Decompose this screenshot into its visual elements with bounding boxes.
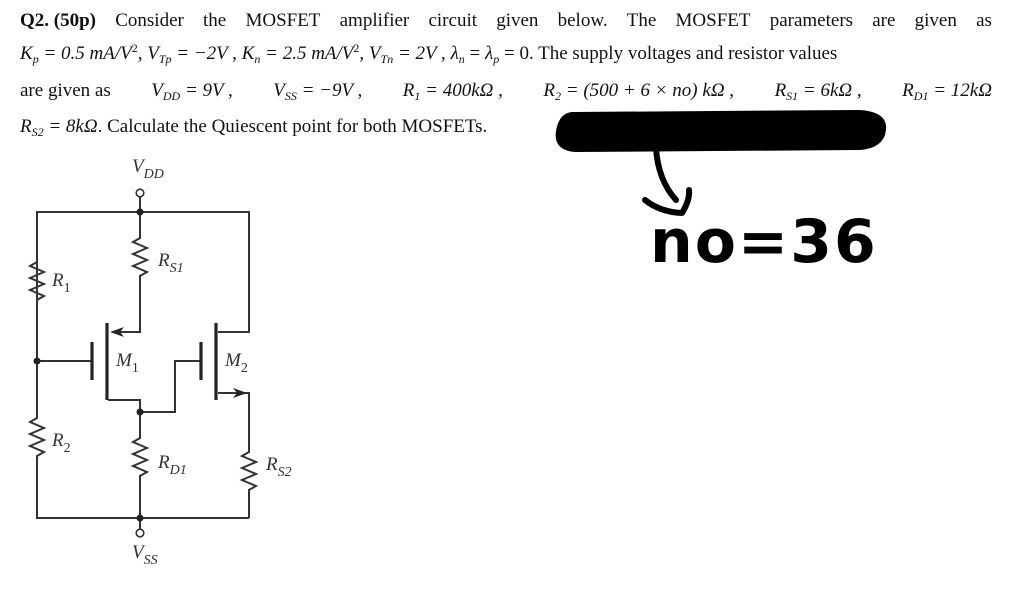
- rs1-value: RS1 = 6kΩ ,: [774, 80, 862, 103]
- vss-terminal-icon: [135, 528, 145, 538]
- vdd-terminal-icon: [135, 188, 145, 198]
- vss-label: VSS: [132, 542, 158, 568]
- redaction-scribble: [555, 110, 887, 152]
- question-line-3-supplies: are given as VDD = 9V , VSS = −9V , R1 =…: [20, 80, 992, 103]
- r1-value: R1 = 400kΩ ,: [402, 80, 503, 103]
- r2-label: R2: [51, 430, 71, 456]
- junction-dot: [33, 357, 41, 365]
- rs1-resistor: [113, 212, 150, 333]
- question-line-4: RS2 = 8kΩ. Calculate the Quiescent point…: [20, 116, 488, 139]
- r2-value: R2 = (500 + 6 × no) kΩ ,: [543, 80, 735, 103]
- arrow-shaft-icon: [653, 145, 679, 203]
- junction-dot: [136, 514, 144, 522]
- question-line-1: Q2. (50p) Consider the MOSFET amplifier …: [20, 10, 992, 31]
- r1-resistor: [27, 258, 47, 362]
- vdd-value: VDD = 9V ,: [151, 80, 233, 103]
- m1-to-m2-gate-wire: [140, 360, 200, 413]
- rd1-value: RD1 = 12kΩ: [902, 80, 992, 103]
- rs1-label: RS1: [157, 250, 184, 276]
- rs2-resistor: [239, 445, 259, 518]
- junction-dot: [136, 208, 144, 216]
- vdd-label: VDD: [132, 156, 164, 182]
- mosfet-amplifier-circuit: VDD VSS R1 R2 RS1 RD1 RS2 M1 M2: [27, 156, 292, 568]
- r1-label: R1: [51, 270, 71, 296]
- rs2-label: RS2: [265, 454, 292, 480]
- junction-dot: [136, 408, 144, 416]
- m1-label: M1: [115, 350, 139, 376]
- question-line-2-parameters: Kp = 0.5 mA/V2, VTp = −2V , Kn = 2.5 mA/…: [20, 41, 838, 66]
- question-header: Q2. (50p): [20, 10, 97, 31]
- vss-value: VSS = −9V ,: [273, 80, 363, 103]
- rd1-resistor: [130, 412, 150, 518]
- handwritten-note: no=36: [650, 207, 878, 277]
- rd1-label: RD1: [157, 452, 187, 478]
- m1-drain-wire: [108, 399, 141, 430]
- m2-source-wire: [218, 392, 250, 445]
- m2-label: M2: [224, 350, 248, 376]
- top-rail: [36, 211, 250, 333]
